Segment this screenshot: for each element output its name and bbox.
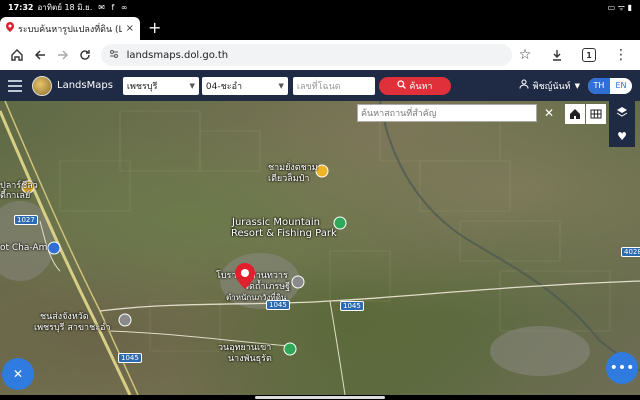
status-date: อาทิตย์ 18 มิ.ย. <box>37 3 93 12</box>
road-sign: 1027 <box>14 215 38 225</box>
road-sign: 1045 <box>340 301 364 311</box>
home-icon[interactable] <box>6 42 29 68</box>
province-value: เพชรบุรี <box>126 81 158 92</box>
gesture-handle[interactable] <box>255 396 385 399</box>
forward-arrow-icon[interactable] <box>51 42 74 68</box>
map-label-bottom-2: นางพันธุรัต <box>228 354 272 364</box>
search-button[interactable]: ค้นหา <box>378 76 451 95</box>
location-pin-icon[interactable] <box>235 263 255 293</box>
url-text: landsmaps.dol.go.th <box>126 49 229 61</box>
status-time: 17:32 <box>8 3 34 12</box>
chevron-down-icon: ▼ <box>574 81 580 90</box>
district-select[interactable]: 04-ชะอำ ▼ <box>201 76 288 95</box>
province-select[interactable]: เพชรบุรี ▼ <box>122 76 199 95</box>
more-dots-icon: ••• <box>609 360 635 376</box>
dol-logo <box>32 75 52 96</box>
map-side-controls: ♥ <box>609 101 635 147</box>
chevron-down-icon: ▼ <box>278 81 284 90</box>
download-icon[interactable] <box>544 42 570 68</box>
browser-tab[interactable]: ระบบค้นหารูปแปลงที่ดิน (Land × <box>0 17 140 40</box>
deed-number-input[interactable]: เลขที่โฉนด <box>292 76 375 95</box>
tab-count: 1 <box>582 48 596 62</box>
more-fab-button[interactable]: ••• <box>606 352 638 384</box>
language-toggle[interactable]: TH EN <box>588 77 632 94</box>
tab-switcher-button[interactable]: 1 <box>576 42 602 68</box>
map-label-left-2: เพชรบุรี สาขาชะอำ <box>34 323 111 333</box>
map-label-left-1: ชนส่งจังหวัด <box>40 312 89 322</box>
site-info-icon[interactable] <box>109 49 119 62</box>
tools-icon: ✕ <box>12 367 24 381</box>
user-icon <box>519 79 529 92</box>
browser-tab-strip: ระบบค้นหารูปแปลงที่ดิน (Land × + <box>0 15 640 40</box>
notification-icons: ✉ f ∞ <box>98 3 130 12</box>
status-bar: 17:32 อาทิตย์ 18 มิ.ย. ✉ f ∞ ▭ ᯤ ▮ <box>0 0 640 15</box>
map-roads-layer <box>0 101 640 395</box>
tools-fab-button[interactable]: ✕ <box>2 358 34 390</box>
system-icons: ▭ ᯤ ▮ <box>607 3 632 12</box>
reload-icon[interactable] <box>74 42 97 68</box>
lang-en-button[interactable]: EN <box>610 78 632 94</box>
new-tab-button[interactable]: + <box>148 19 161 37</box>
map-label-bottom-1: วนอุทยานเขา <box>218 343 272 353</box>
chevron-down-icon: ▼ <box>189 81 195 90</box>
lang-th-button[interactable]: TH <box>588 77 610 94</box>
map-label-temple-2: เตียวล็มป๋า <box>268 174 310 184</box>
search-icon <box>397 79 407 92</box>
road-sign: 1045 <box>266 300 290 310</box>
road-sign: 1045 <box>118 353 142 363</box>
map-label-temple-1: ชามยั่งตชาม <box>268 163 318 173</box>
map-label-top-left-poi: ปลาร์ชีลว ตี้กาเลย์ <box>0 181 38 201</box>
location-pin-favicon-icon <box>6 22 14 35</box>
grid-layer-icon[interactable] <box>586 104 606 124</box>
landsmaps-header: LandsMaps เพชรบุรี ▼ 04-ชะอำ ▼ เลขที่โฉน… <box>0 70 640 101</box>
district-value: 04-ชะอำ <box>205 81 243 92</box>
search-button-label: ค้นหา <box>409 81 433 92</box>
close-icon[interactable]: ✕ <box>540 104 558 122</box>
app-name: LandsMaps <box>57 80 113 91</box>
hamburger-menu-icon[interactable] <box>8 79 22 92</box>
user-menu[interactable]: พิชญ์นันท์ ▼ <box>519 79 580 93</box>
road-sign: 4028 <box>621 247 640 257</box>
address-bar[interactable]: landsmaps.dol.go.th <box>100 44 512 66</box>
layers-icon[interactable] <box>616 106 628 121</box>
tab-close-icon[interactable]: × <box>126 23 134 34</box>
browser-toolbar: landsmaps.dol.go.th ☆ 1 ⋮ <box>0 40 640 70</box>
bookmark-star-icon[interactable]: ☆ <box>512 42 538 68</box>
map-label-resort-1: Jurassic Mountain <box>232 217 320 228</box>
heart-icon[interactable]: ♥ <box>617 130 627 143</box>
home-view-icon[interactable] <box>565 104 585 124</box>
menu-kebab-icon[interactable]: ⋮ <box>608 42 634 68</box>
tab-title: ระบบค้นหารูปแปลงที่ดิน (Land <box>18 24 122 35</box>
gesture-bar <box>0 395 640 400</box>
user-name: พิชญ์นันท์ <box>532 81 571 92</box>
map-label-cha-am: ot Cha-Am <box>0 243 48 253</box>
map-label-resort-2: Resort & Fishing Park <box>231 228 337 239</box>
place-search-input[interactable]: ค้นหาสถานที่สำคัญ <box>357 104 537 122</box>
back-arrow-icon[interactable] <box>29 42 52 68</box>
satellite-map[interactable]: ปลาร์ชีลว ตี้กาเลย์ ชามยั่งตชาม เตียวล็ม… <box>0 101 640 395</box>
